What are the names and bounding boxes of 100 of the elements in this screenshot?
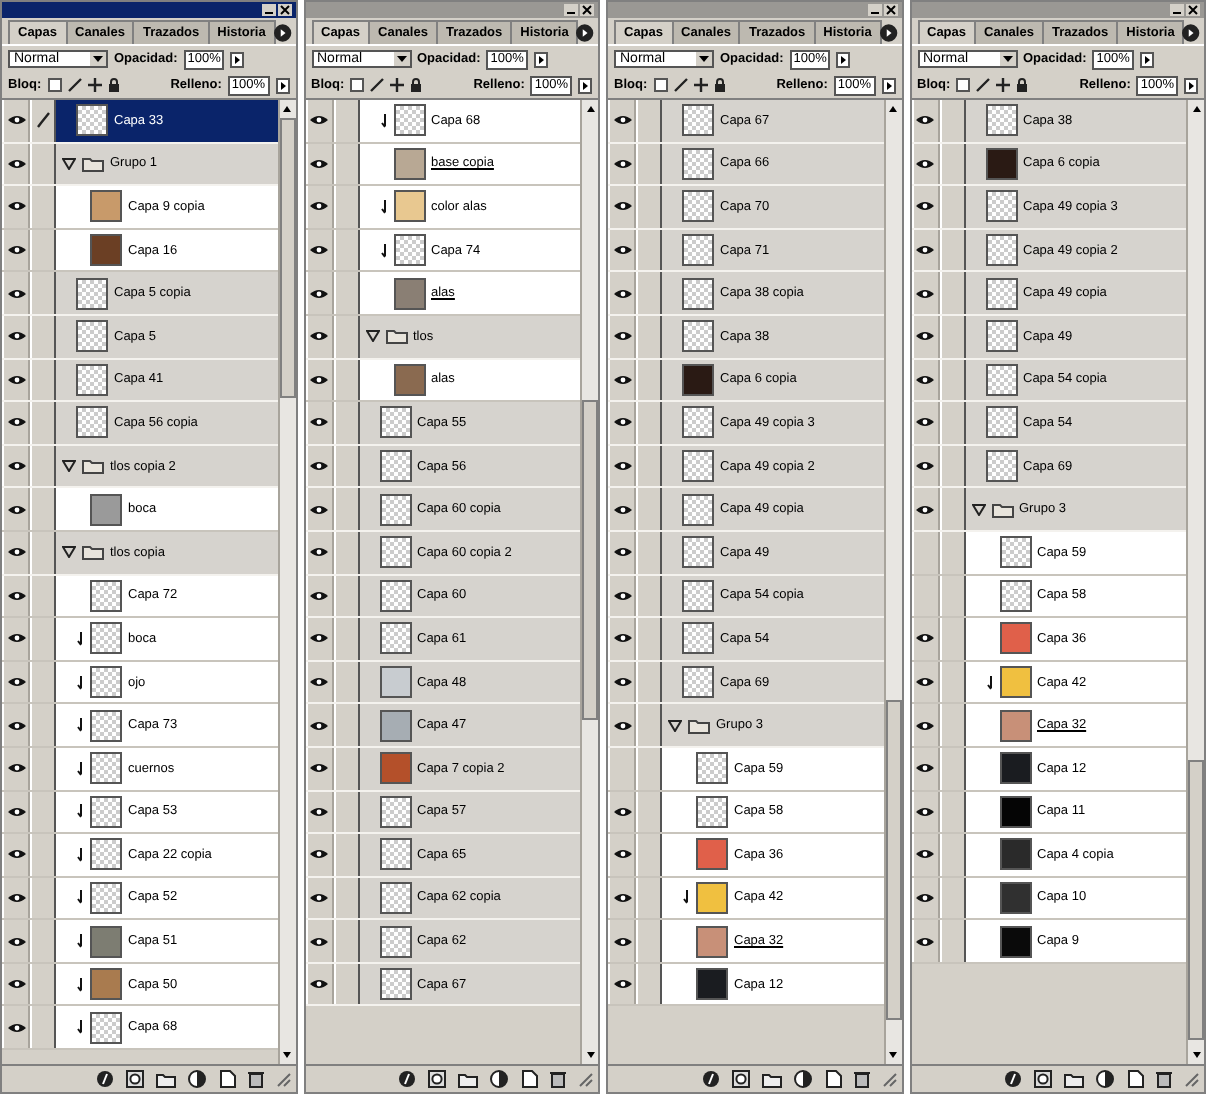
link-cell[interactable] (636, 791, 662, 833)
visibility-toggle[interactable] (2, 747, 30, 789)
link-cell[interactable] (636, 445, 662, 487)
fill-arrow-icon[interactable] (275, 77, 289, 93)
visibility-toggle[interactable] (911, 488, 939, 530)
link-cell[interactable] (636, 618, 662, 660)
opacity-arrow-icon[interactable] (836, 51, 851, 67)
link-cell[interactable] (939, 618, 965, 660)
visibility-toggle[interactable] (305, 747, 333, 789)
scroll-down-icon[interactable] (583, 1048, 597, 1062)
new-layer-icon[interactable] (217, 1070, 235, 1088)
lock-transparency-checkbox[interactable] (956, 78, 971, 92)
visibility-toggle[interactable] (608, 143, 636, 185)
scroll-thumb[interactable] (279, 118, 295, 398)
link-cell[interactable] (30, 747, 56, 789)
visibility-toggle[interactable] (911, 359, 939, 401)
visibility-toggle[interactable] (2, 661, 30, 703)
link-cell[interactable] (636, 186, 662, 228)
expand-triangle-icon[interactable] (365, 330, 379, 343)
scroll-thumb[interactable] (885, 700, 901, 1020)
resize-grip-icon[interactable] (881, 1071, 897, 1087)
trash-icon[interactable] (550, 1070, 566, 1088)
visibility-toggle[interactable] (2, 272, 30, 314)
visibility-toggle[interactable] (2, 229, 30, 271)
visibility-toggle[interactable] (911, 791, 939, 833)
mask-icon[interactable] (731, 1070, 749, 1088)
link-cell[interactable] (30, 704, 56, 746)
visibility-toggle[interactable] (911, 100, 939, 142)
brush-icon[interactable] (976, 78, 991, 92)
fill-arrow-icon[interactable] (578, 77, 592, 93)
resize-grip-icon[interactable] (578, 1071, 594, 1087)
mask-icon[interactable] (125, 1070, 143, 1088)
visibility-toggle[interactable] (305, 143, 333, 185)
visibility-toggle[interactable] (305, 186, 333, 228)
folder-icon[interactable] (155, 1071, 175, 1087)
link-cell[interactable] (636, 272, 662, 314)
panel-menu-icon[interactable] (576, 24, 594, 42)
link-cell[interactable] (939, 186, 965, 228)
link-cell[interactable] (30, 100, 56, 142)
link-cell[interactable] (333, 704, 359, 746)
link-cell[interactable] (636, 575, 662, 617)
lock-transparency-checkbox[interactable] (47, 78, 62, 92)
resize-grip-icon[interactable] (1184, 1071, 1200, 1087)
link-cell[interactable] (636, 100, 662, 142)
visibility-toggle[interactable] (608, 315, 636, 358)
visibility-toggle[interactable] (2, 834, 30, 876)
folder-icon[interactable] (1064, 1071, 1084, 1087)
layer-style-icon[interactable] (95, 1070, 113, 1088)
visibility-toggle[interactable] (305, 531, 333, 574)
visibility-toggle[interactable] (305, 661, 333, 703)
link-cell[interactable] (636, 488, 662, 530)
link-cell[interactable] (939, 920, 965, 962)
link-cell[interactable] (939, 704, 965, 746)
brush-icon[interactable] (67, 78, 82, 92)
link-cell[interactable] (636, 877, 662, 919)
visibility-toggle[interactable] (305, 920, 333, 962)
lock-icon[interactable] (1016, 78, 1029, 92)
link-cell[interactable] (30, 877, 56, 919)
minimize-icon[interactable] (867, 4, 881, 16)
visibility-toggle[interactable] (911, 402, 939, 444)
scroll-up-icon[interactable] (583, 102, 597, 116)
visibility-toggle[interactable] (608, 229, 636, 271)
visibility-toggle[interactable] (2, 877, 30, 919)
link-cell[interactable] (30, 531, 56, 574)
visibility-toggle[interactable] (305, 963, 333, 1005)
close-icon[interactable] (277, 4, 291, 16)
link-cell[interactable] (30, 186, 56, 228)
visibility-toggle[interactable] (305, 402, 333, 444)
visibility-toggle[interactable] (608, 791, 636, 833)
visibility-toggle[interactable] (608, 488, 636, 530)
brush-icon[interactable] (370, 78, 385, 92)
link-cell[interactable] (30, 402, 56, 444)
link-cell[interactable] (333, 100, 359, 142)
visibility-toggle[interactable] (608, 359, 636, 401)
move-icon[interactable] (87, 78, 102, 92)
layer-style-icon[interactable] (398, 1070, 416, 1088)
visibility-toggle[interactable] (911, 575, 939, 617)
link-cell[interactable] (636, 531, 662, 574)
link-cell[interactable] (30, 661, 56, 703)
visibility-toggle[interactable] (911, 272, 939, 314)
visibility-toggle[interactable] (305, 834, 333, 876)
fill-arrow-icon[interactable] (1184, 77, 1198, 93)
move-icon[interactable] (693, 78, 708, 92)
expand-triangle-icon[interactable] (62, 157, 76, 170)
link-cell[interactable] (30, 1006, 56, 1049)
link-cell[interactable] (636, 704, 662, 746)
visibility-toggle[interactable] (305, 618, 333, 660)
link-cell[interactable] (30, 963, 56, 1005)
visibility-toggle[interactable] (911, 315, 939, 358)
link-cell[interactable] (333, 834, 359, 876)
scrollbar[interactable] (883, 100, 901, 1064)
scrollbar[interactable] (580, 100, 598, 1064)
visibility-toggle[interactable] (305, 704, 333, 746)
adjustment-icon[interactable] (490, 1070, 508, 1088)
visibility-toggle[interactable] (305, 445, 333, 487)
visibility-toggle[interactable] (608, 920, 636, 962)
minimize-icon[interactable] (1170, 4, 1184, 16)
link-cell[interactable] (333, 618, 359, 660)
scroll-down-icon[interactable] (280, 1048, 294, 1062)
visibility-toggle[interactable] (608, 531, 636, 574)
